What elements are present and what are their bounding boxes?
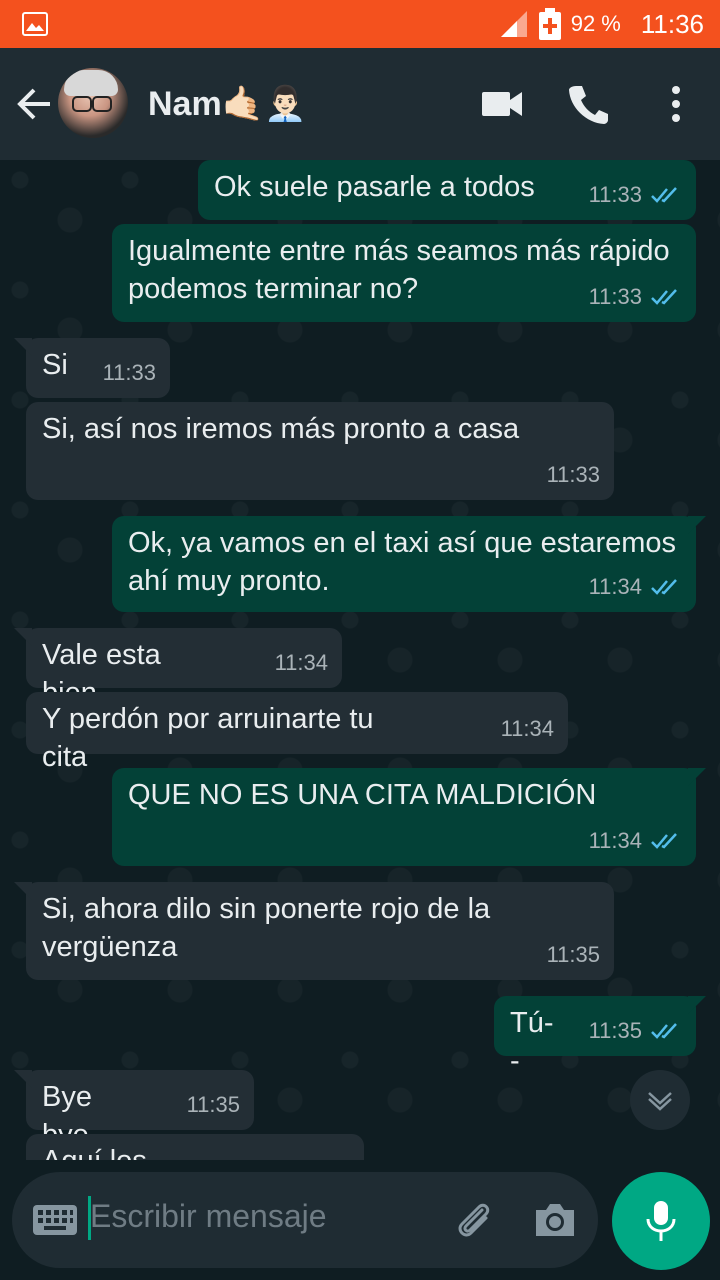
message-incoming[interactable]: Si, así nos iremos más pronto a casa 11:… — [26, 402, 614, 500]
message-time: 11:35 — [588, 1018, 642, 1043]
scroll-to-bottom-button[interactable] — [630, 1070, 690, 1130]
read-receipt-icon — [651, 833, 677, 849]
avatar[interactable] — [58, 68, 128, 138]
camera-icon[interactable] — [532, 1200, 578, 1240]
message-text: Y perdón por arruinarte tu cita — [42, 703, 374, 773]
read-receipt-icon — [651, 579, 677, 595]
status-right: 92 % 11:36 — [499, 0, 704, 48]
phone-call-icon[interactable] — [564, 80, 612, 128]
message-input[interactable]: Escribir mensaje — [12, 1172, 598, 1268]
message-incoming[interactable]: Y perdón por arruinarte tu cita 11:34 — [26, 692, 568, 773]
message-text: QUE NO ES UNA CITA MALDICIÓN — [128, 779, 597, 811]
video-call-icon[interactable] — [478, 80, 526, 128]
message-time: 11:34 — [588, 574, 642, 599]
message-time: 11:33 — [546, 462, 600, 487]
back-arrow-icon[interactable] — [14, 84, 54, 124]
message-incoming[interactable]: Bye bye 11:35 — [14, 1070, 254, 1151]
message-outgoing[interactable]: Ok, ya vamos en el taxi así que estaremo… — [112, 516, 706, 612]
microphone-icon — [646, 1201, 676, 1241]
message-text: Si, así nos iremos más pronto a casa — [42, 413, 520, 445]
message-time: 11:33 — [588, 182, 642, 207]
contact-name[interactable]: Nam🤙🏻👨🏻‍💼 — [148, 84, 306, 124]
message-incoming[interactable]: Si, ahora dilo sin ponerte rojo de la ve… — [14, 882, 614, 980]
read-receipt-icon — [651, 289, 677, 305]
message-time: 11:33 — [588, 284, 642, 309]
message-time: 11:33 — [102, 360, 156, 385]
battery-percent: 92 % — [570, 11, 621, 36]
signal-icon — [500, 11, 527, 37]
message-time: 11:35 — [186, 1092, 240, 1117]
message-time: 11:35 — [546, 942, 600, 967]
compose-bar: Escribir mensaje — [0, 1160, 720, 1280]
message-incoming[interactable]: Si 11:33 — [14, 338, 170, 398]
voice-message-button[interactable] — [612, 1172, 710, 1270]
message-outgoing[interactable]: Tú-- 11:35 — [494, 996, 706, 1077]
image-notification-icon — [22, 12, 48, 36]
message-text: Aquí los espero — [42, 1142, 348, 1160]
message-placeholder: Escribir mensaje — [90, 1198, 327, 1234]
chat-header: Nam🤙🏻👨🏻‍💼 — [0, 48, 720, 160]
message-outgoing[interactable]: QUE NO ES UNA CITA MALDICIÓN 11:34 — [112, 768, 706, 866]
message-text: Si, ahora dilo sin ponerte rojo de la ve… — [42, 893, 491, 963]
message-time: 11:34 — [274, 650, 328, 675]
message-incoming[interactable]: Aquí los espero — [26, 1134, 364, 1160]
read-receipt-icon — [651, 187, 677, 203]
attach-icon[interactable] — [452, 1198, 498, 1244]
message-time: 11:34 — [588, 828, 642, 853]
clock: 11:36 — [640, 8, 704, 39]
chat-area[interactable]: Ok suele pasarle a todos 11:33 Igualment… — [0, 160, 720, 1160]
message-incoming[interactable]: Vale esta bien 11:34 — [14, 628, 342, 709]
status-bar: 92 % 11:36 — [0, 0, 720, 48]
read-receipt-icon — [651, 1023, 677, 1039]
chevron-down-icon — [648, 1092, 672, 1111]
message-outgoing[interactable]: Igualmente entre más seamos más rápido p… — [112, 224, 696, 322]
keyboard-icon[interactable] — [32, 1204, 78, 1236]
message-time: 11:34 — [500, 716, 554, 741]
message-outgoing[interactable]: Ok suele pasarle a todos 11:33 — [198, 160, 696, 220]
battery-icon — [538, 8, 561, 40]
more-options-icon[interactable] — [652, 80, 700, 128]
